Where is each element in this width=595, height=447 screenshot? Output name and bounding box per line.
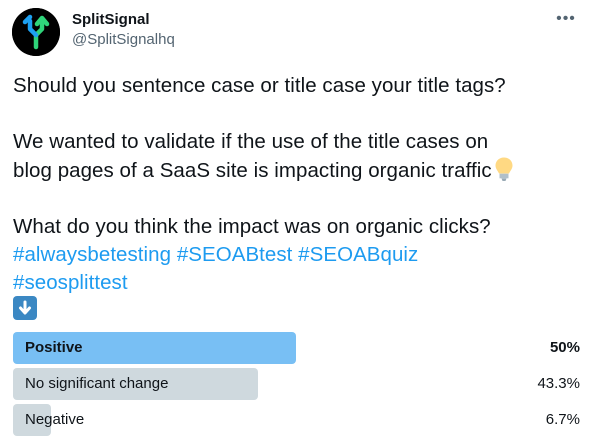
hashtag-line: #seosplittest bbox=[13, 269, 588, 297]
tweet-line: blog pages of a SaaS site is impacting o… bbox=[13, 156, 588, 185]
poll-option-percent: 50% bbox=[549, 339, 580, 356]
poll-option-label: Negative bbox=[25, 411, 85, 428]
tweet-line-text: blog pages of a SaaS site is impacting o… bbox=[13, 159, 492, 182]
poll-option-percent: 43.3% bbox=[537, 375, 580, 392]
lightbulb-icon bbox=[495, 157, 513, 181]
down-arrow-icon bbox=[13, 296, 37, 320]
avatar[interactable] bbox=[12, 8, 60, 56]
poll-option-positive: Positive 50% bbox=[13, 332, 583, 364]
poll-option-negative: Negative 6.7% bbox=[13, 404, 583, 436]
hashtag-link[interactable]: #alwaysbetesting bbox=[13, 243, 171, 266]
tweet-line: We wanted to validate if the use of the … bbox=[13, 130, 489, 153]
hashtag-line: #alwaysbetesting #SEOABtest #SEOABquiz bbox=[13, 241, 588, 269]
hashtag-link[interactable]: #SEOABtest bbox=[177, 243, 293, 266]
hashtag-link[interactable]: #seosplittest bbox=[13, 271, 128, 294]
poll-option-percent: 6.7% bbox=[545, 411, 580, 428]
more-options-icon[interactable]: ••• bbox=[555, 8, 577, 30]
author-handle[interactable]: @SplitSignalhq bbox=[72, 30, 175, 50]
tweet-line: What do you think the impact was on orga… bbox=[13, 215, 491, 238]
splitsignal-logo-icon bbox=[12, 8, 60, 56]
poll-option-label: Positive bbox=[25, 339, 83, 356]
poll-option-no-significant-change: No significant change 43.3% bbox=[13, 368, 583, 400]
hashtag-link[interactable]: #SEOABquiz bbox=[298, 243, 418, 266]
tweet-text: Should you sentence case or title case y… bbox=[13, 72, 588, 297]
poll-option-label: No significant change bbox=[25, 375, 169, 392]
author-name[interactable]: SplitSignal bbox=[72, 10, 150, 30]
tweet-line: Should you sentence case or title case y… bbox=[13, 74, 506, 97]
